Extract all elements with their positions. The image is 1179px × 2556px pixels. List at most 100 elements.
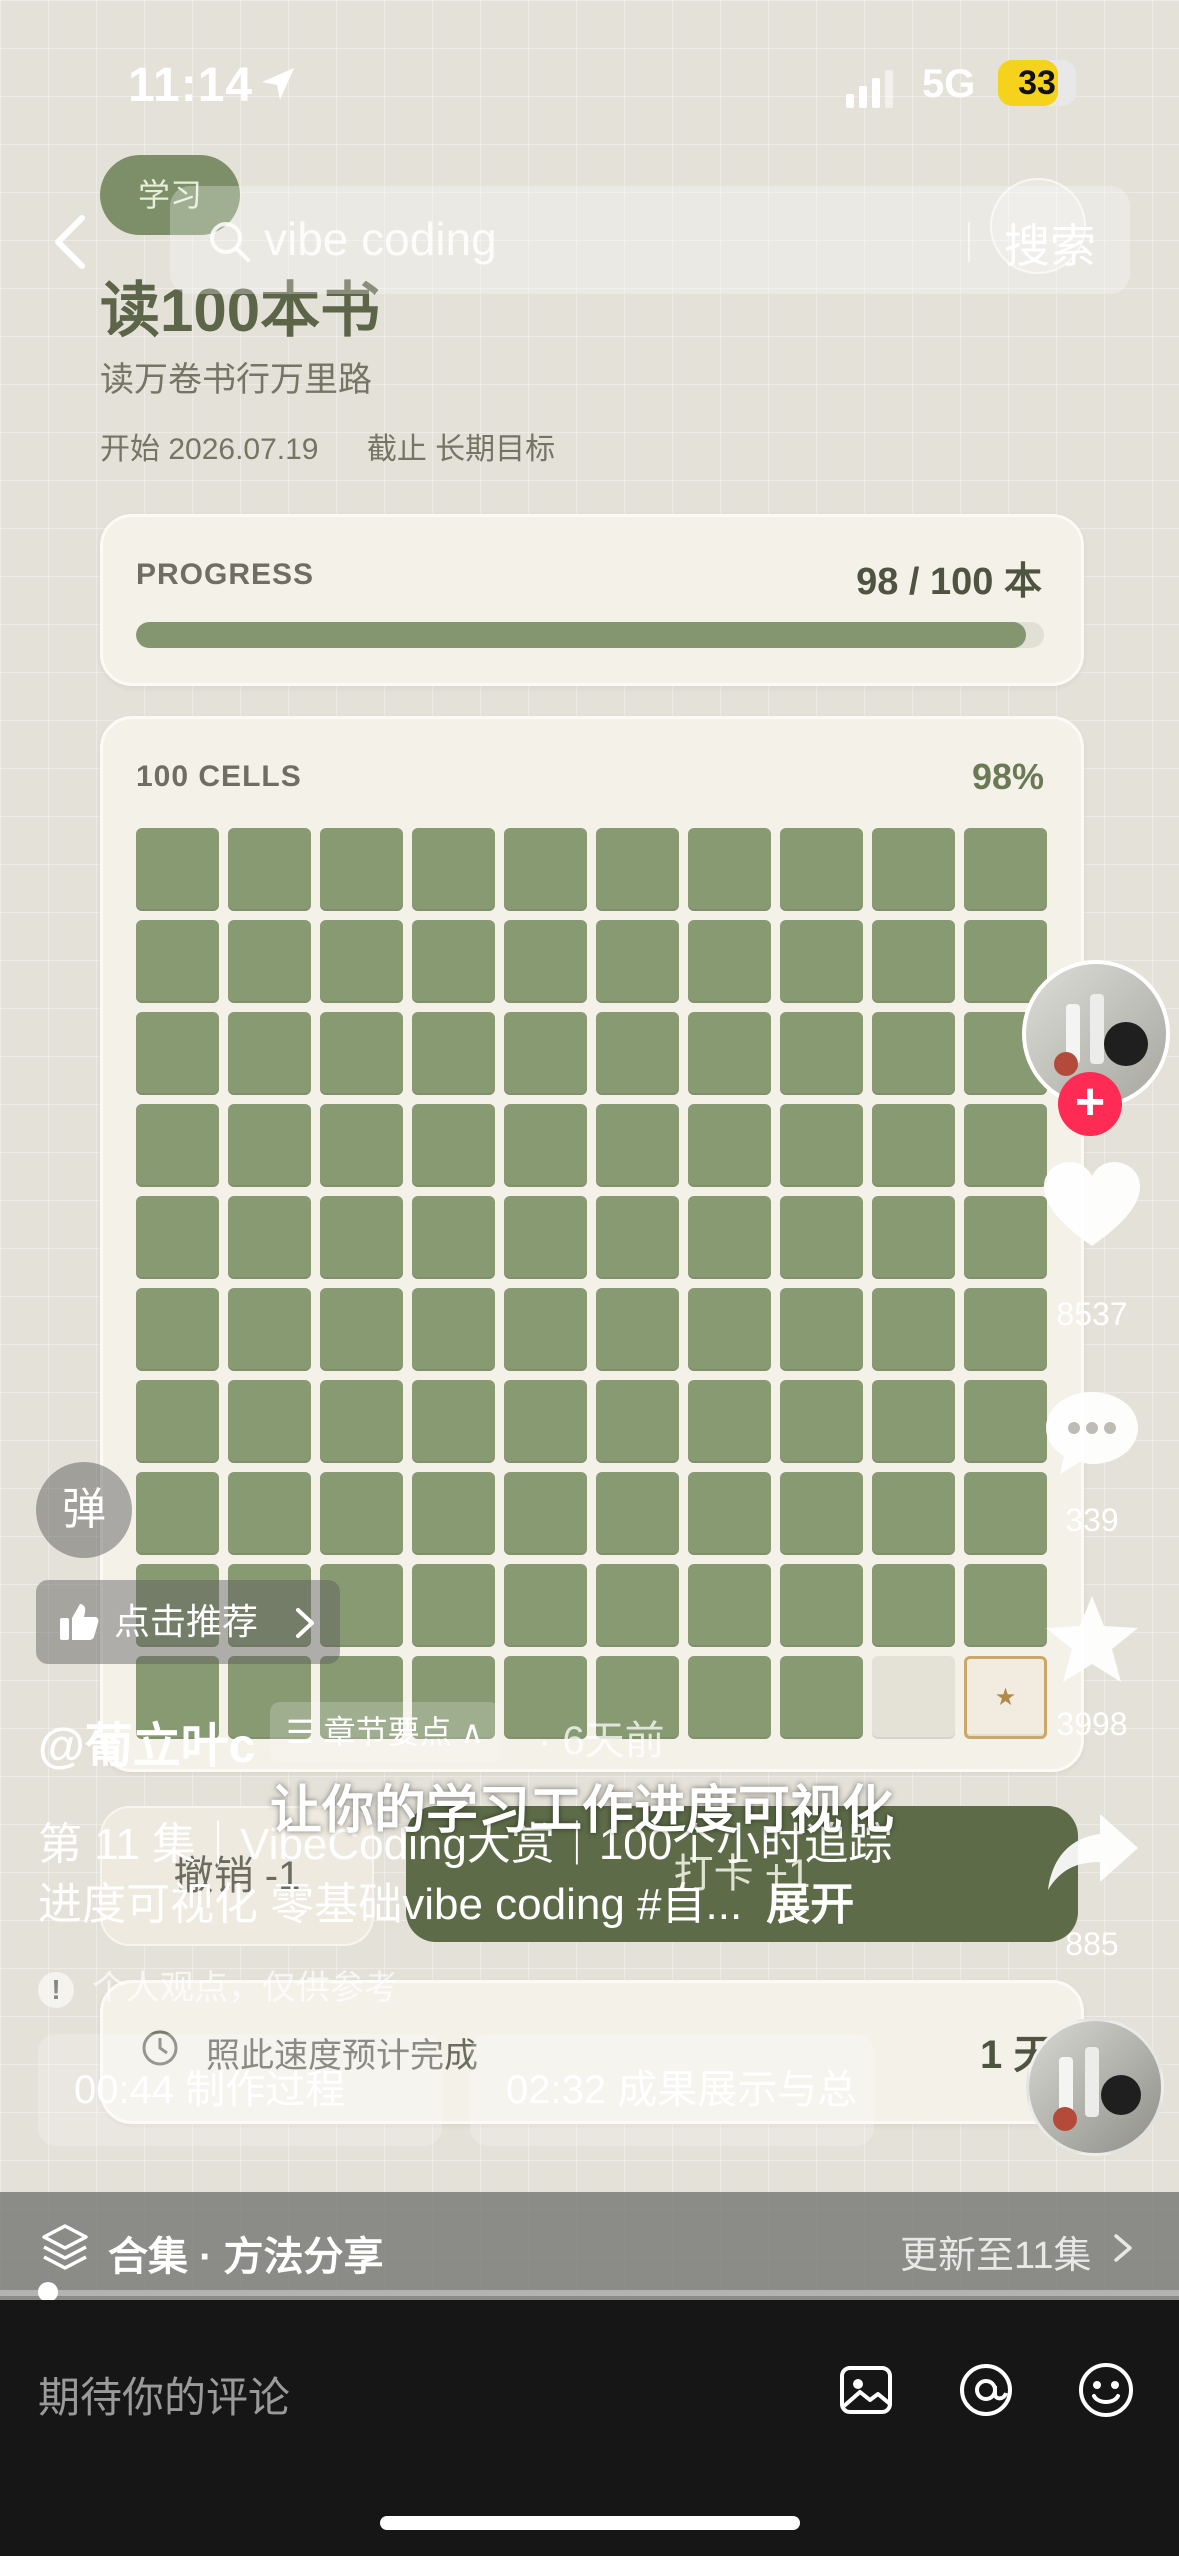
grid-cell — [964, 1564, 1047, 1647]
grid-cell — [228, 1472, 311, 1555]
recommend-label: 点击推荐 — [114, 1601, 259, 1642]
grid-cell — [688, 920, 771, 1003]
grid-cell — [320, 1104, 403, 1187]
grid-cell — [504, 828, 587, 911]
grid-cell — [780, 1012, 863, 1095]
mention-icon[interactable] — [956, 2360, 1016, 2420]
grid-cell — [872, 920, 955, 1003]
collection-label[interactable]: 合集 · 方法分享 — [108, 2224, 384, 2282]
grid-cell — [228, 1012, 311, 1095]
favorite-count: 3998 — [1056, 1706, 1128, 1742]
grid-cell — [872, 1104, 955, 1187]
grid-cell — [872, 1288, 955, 1371]
chapter-item[interactable]: 02:32 成果展示与总 — [470, 2034, 874, 2146]
grid-cell — [964, 1196, 1047, 1279]
signal-icon — [846, 70, 893, 108]
grid-cell — [688, 1380, 771, 1463]
grid-cell — [964, 1380, 1047, 1463]
grid-cell — [504, 1564, 587, 1647]
grid-cell — [872, 1012, 955, 1095]
grid-cell — [780, 1288, 863, 1371]
grid-cell — [872, 1380, 955, 1463]
grid-cell — [596, 920, 679, 1003]
grid-cell — [964, 1104, 1047, 1187]
grid-cell — [136, 1472, 219, 1555]
grid-cell — [320, 920, 403, 1003]
grid-cell — [780, 1104, 863, 1187]
author-name[interactable]: @葡立叶c — [38, 1706, 256, 1776]
like-heart-icon[interactable] — [1042, 1160, 1142, 1250]
grid-cell — [596, 1472, 679, 1555]
grid-cell — [688, 1564, 771, 1647]
expand-link[interactable]: 展开 — [766, 1880, 854, 1929]
grid-cell — [136, 1288, 219, 1371]
collection-update[interactable]: 更新至11集 — [900, 2224, 1091, 2279]
grid-cell — [504, 1104, 587, 1187]
grid-cell — [872, 1656, 955, 1739]
grid-cell — [228, 1380, 311, 1463]
location-arrow-icon — [262, 68, 294, 100]
search-input[interactable]: vibe coding — [264, 212, 497, 266]
grid-cell — [780, 1564, 863, 1647]
battery-indicator: 33 — [998, 60, 1076, 106]
grid-cell — [780, 1472, 863, 1555]
grid-cell — [504, 1196, 587, 1279]
chevron-right-icon — [296, 1608, 314, 1638]
description-line2: 进度可视化 零基础vibe coding #自... 展开 — [38, 1880, 855, 1929]
disclaimer: ! 个人观点，仅供参考 — [38, 1960, 398, 2009]
grid-cell — [412, 1104, 495, 1187]
follow-button[interactable]: + — [1058, 1072, 1122, 1136]
share-count: 885 — [1065, 1926, 1119, 1962]
grid-cell — [136, 1104, 219, 1187]
progress-bar-fill — [136, 622, 1026, 648]
video-subtitle: 让你的学习工作进度可视化 — [270, 1782, 895, 1840]
back-icon[interactable] — [50, 212, 90, 272]
grid-cell — [872, 1472, 955, 1555]
grid-cell — [412, 1380, 495, 1463]
grid-cell — [412, 1288, 495, 1371]
comment-input[interactable]: 期待你的评论 — [38, 2364, 290, 2425]
layers-icon — [42, 2224, 88, 2270]
comment-count: 339 — [1065, 1502, 1119, 1538]
progress-bar — [136, 622, 1044, 648]
grid-cell — [780, 920, 863, 1003]
favorite-star-icon[interactable] — [1042, 1594, 1142, 1684]
grid-cell — [596, 1288, 679, 1371]
deadline: 截止 长期目标 — [366, 433, 556, 466]
home-indicator — [380, 2516, 800, 2530]
grid-cell — [228, 1196, 311, 1279]
grid-cell — [320, 1012, 403, 1095]
goal-subtitle: 读万卷书行万里路 — [100, 361, 372, 399]
emoji-icon[interactable] — [1076, 2360, 1136, 2420]
grid-cell — [688, 828, 771, 911]
grid-cell — [688, 1012, 771, 1095]
thumbs-up-icon — [60, 1604, 99, 1640]
grid-cell — [412, 1196, 495, 1279]
goal-dates: 开始 2026.07.19 截止 长期目标 — [100, 424, 595, 468]
search-button[interactable]: 搜索 — [1004, 210, 1096, 276]
video-progress-handle[interactable] — [38, 2282, 58, 2302]
chapter-item[interactable]: 00:44 制作过程 — [38, 2034, 442, 2146]
grid-cell — [872, 828, 955, 911]
cells-label: 100 CELLS — [136, 760, 302, 793]
grid-cell — [136, 920, 219, 1003]
grid-cell — [412, 1012, 495, 1095]
progress-label: PROGRESS — [136, 558, 315, 591]
grid-cell — [596, 1196, 679, 1279]
search-icon — [210, 222, 250, 262]
grid-cell — [320, 1196, 403, 1279]
video-progress-bar[interactable] — [0, 2290, 1179, 2296]
comment-icon[interactable] — [1042, 1388, 1142, 1478]
grid-cell — [136, 1380, 219, 1463]
danmaku-button[interactable]: 弹 — [36, 1462, 132, 1558]
image-icon[interactable] — [836, 2360, 896, 2420]
chapter-highlights-button[interactable]: ☰ 章节要点 ∧ — [270, 1702, 500, 1762]
recommend-button[interactable]: 点击推荐 — [36, 1580, 340, 1664]
grid-cell — [504, 920, 587, 1003]
grid-cell — [228, 1288, 311, 1371]
cells-percent: 98% — [971, 756, 1044, 797]
grid-cell — [780, 828, 863, 911]
progress-value: 98 / 100 本 — [856, 561, 1042, 603]
music-disc-avatar[interactable] — [1026, 2018, 1164, 2156]
share-arrow-icon[interactable] — [1042, 1808, 1142, 1898]
